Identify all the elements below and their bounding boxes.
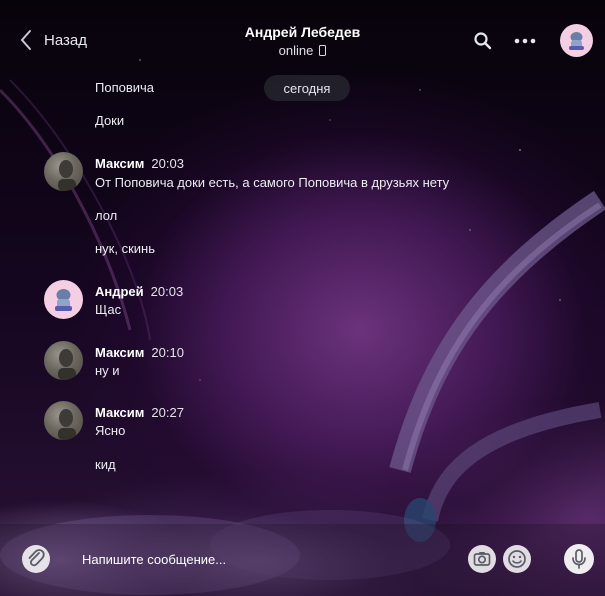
phone-icon <box>319 45 327 56</box>
message-author[interactable]: Максим <box>95 156 144 171</box>
message-text: нук, скинь <box>95 241 155 256</box>
cartoon-avatar-icon <box>55 289 72 311</box>
camera-icon <box>473 552 491 566</box>
message-text: От Поповича доки есть, а самого Поповича… <box>95 175 450 190</box>
message-time: 20:03 <box>150 284 184 299</box>
message-header: Андрей 20:03 <box>95 284 183 299</box>
message-header: Максим 20:27 <box>95 405 184 420</box>
more-dots-icon <box>514 38 536 44</box>
person-photo-icon <box>58 349 76 380</box>
avatar[interactable] <box>44 401 83 440</box>
avatar[interactable] <box>44 341 83 380</box>
message-text: ну и <box>95 363 120 378</box>
search-icon <box>474 32 492 50</box>
date-divider: сегодня <box>264 75 350 101</box>
message-text: Ясно <box>95 423 126 438</box>
message-header: Максим 20:10 <box>95 345 184 360</box>
search-button[interactable] <box>472 30 494 52</box>
message-text: Щас <box>95 302 122 317</box>
status-label: online <box>278 43 314 58</box>
more-button[interactable] <box>512 30 538 52</box>
message-text: лол <box>95 208 118 223</box>
paperclip-icon <box>28 549 45 567</box>
message-text: Поповича <box>95 80 155 95</box>
person-photo-icon <box>58 409 76 440</box>
emoji-icon <box>508 550 526 568</box>
camera-button[interactable] <box>468 545 496 573</box>
message-text: Доки <box>95 113 125 128</box>
message-author[interactable]: Максим <box>95 345 144 360</box>
chat-header: Назад Андрей Лебедев online <box>0 0 605 78</box>
message-author[interactable]: Андрей <box>95 284 144 299</box>
attach-button[interactable] <box>22 545 50 573</box>
contact-status: online <box>279 43 327 58</box>
cartoon-avatar-icon <box>569 32 584 50</box>
voice-message-button[interactable] <box>564 544 594 574</box>
microphone-icon <box>572 549 586 569</box>
avatar[interactable] <box>44 280 83 319</box>
message-time: 20:10 <box>151 345 184 360</box>
avatar[interactable] <box>44 152 83 191</box>
message-time: 20:27 <box>151 405 184 420</box>
message-text: кид <box>95 457 116 472</box>
message-author[interactable]: Максим <box>95 405 144 420</box>
person-photo-icon <box>58 160 76 191</box>
contact-avatar[interactable] <box>560 24 593 57</box>
message-time: 20:03 <box>151 156 184 171</box>
message-input[interactable] <box>72 545 472 573</box>
message-header: Максим 20:03 <box>95 156 184 171</box>
emoji-button[interactable] <box>503 545 531 573</box>
